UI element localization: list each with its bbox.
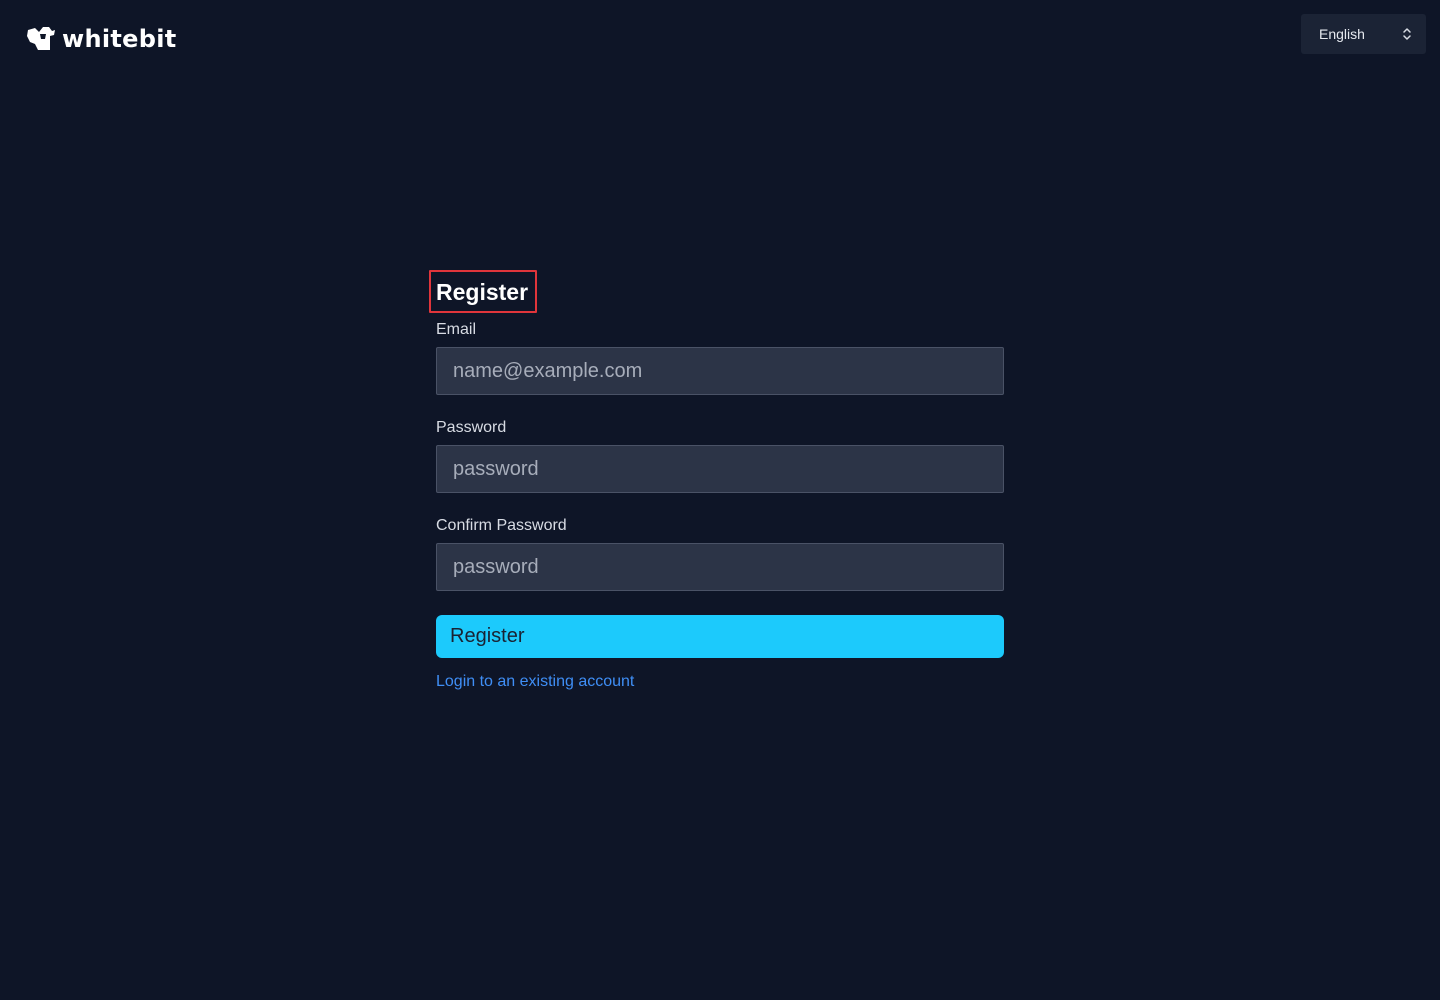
register-page: whitebit English Register Email Password…: [0, 0, 1440, 1000]
whitebit-logo-icon: [27, 27, 55, 50]
brand-logo[interactable]: whitebit: [26, 26, 177, 52]
logo-wordmark: whitebit: [62, 25, 177, 53]
password-label: Password: [436, 419, 507, 436]
chevron-up-down-icon: [1402, 27, 1412, 41]
password-field[interactable]: [436, 445, 1004, 493]
confirm-password-field[interactable]: [436, 543, 1004, 591]
register-button[interactable]: Register: [436, 615, 1004, 658]
language-select-value: English: [1319, 26, 1365, 42]
form-title: Register: [436, 279, 529, 305]
confirm-password-label: Confirm Password: [436, 517, 567, 534]
email-label: Email: [436, 321, 477, 338]
language-select[interactable]: English: [1301, 14, 1426, 54]
login-existing-account-link[interactable]: Login to an existing account: [436, 672, 634, 692]
email-field[interactable]: [436, 347, 1004, 395]
